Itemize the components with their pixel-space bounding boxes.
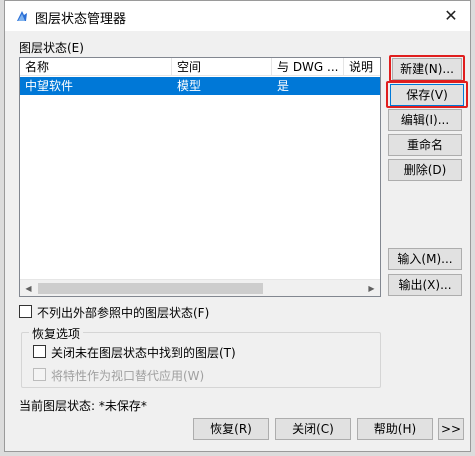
column-header-space[interactable]: 空间 bbox=[172, 58, 272, 76]
row-space: 模型 bbox=[177, 79, 202, 93]
viewport-override-label: 将特性作为视口替代应用(W) bbox=[51, 369, 205, 383]
turn-off-layers-label: 关闭未在图层状态中找到的图层(T) bbox=[51, 346, 236, 360]
new-button[interactable]: 新建(N)... bbox=[392, 58, 462, 80]
column-header-dwg[interactable]: 与 DWG ... bbox=[272, 58, 344, 76]
save-button[interactable]: 保存(V) bbox=[390, 84, 464, 106]
import-button[interactable]: 输入(M)... bbox=[388, 248, 462, 270]
window-title: 图层状态管理器 bbox=[35, 12, 127, 27]
close-icon[interactable]: ✕ bbox=[440, 5, 462, 27]
list-header: 名称 空间 与 DWG ... 说明 bbox=[20, 58, 380, 76]
no-xref-checkbox[interactable] bbox=[19, 305, 32, 318]
restore-options-title: 恢复选项 bbox=[29, 325, 84, 342]
layer-states-label: 图层状态(E) bbox=[19, 41, 84, 55]
row-name: 中望软件 bbox=[25, 79, 74, 93]
title-bar: 图层状态管理器 ✕ bbox=[5, 1, 470, 31]
scroll-left-icon[interactable]: ◀ bbox=[20, 280, 37, 296]
column-header-name[interactable]: 名称 bbox=[20, 58, 172, 76]
close-button[interactable]: 关闭(C) bbox=[275, 418, 351, 440]
help-button[interactable]: 帮助(H) bbox=[357, 418, 433, 440]
layer-state-manager-dialog: 图层状态管理器 ✕ 图层状态(E) 名称 空间 与 DWG ... 说明 中望软… bbox=[4, 0, 471, 452]
app-icon bbox=[15, 9, 29, 23]
table-row[interactable]: 中望软件 模型 是 bbox=[20, 77, 380, 95]
scroll-right-icon[interactable]: ▶ bbox=[363, 280, 380, 296]
row-dwg: 是 bbox=[277, 79, 290, 93]
row-description bbox=[344, 77, 349, 95]
delete-button[interactable]: 删除(D) bbox=[388, 159, 462, 181]
column-header-description[interactable]: 说明 bbox=[344, 58, 380, 76]
viewport-override-checkbox[interactable] bbox=[33, 368, 46, 381]
more-options-button[interactable]: >> bbox=[438, 418, 464, 440]
current-layer-state: 当前图层状态: *未保存* bbox=[19, 399, 147, 413]
no-xref-label: 不列出外部参照中的图层状态(F) bbox=[37, 306, 210, 320]
layer-states-list[interactable]: 名称 空间 与 DWG ... 说明 中望软件 模型 是 ◀ ▶ bbox=[19, 57, 381, 297]
export-button[interactable]: 输出(X)... bbox=[388, 274, 462, 296]
restore-button[interactable]: 恢复(R) bbox=[193, 418, 269, 440]
edit-button[interactable]: 编辑(I)... bbox=[388, 109, 462, 131]
turn-off-layers-checkbox[interactable] bbox=[33, 345, 46, 358]
rename-button[interactable]: 重命名 bbox=[388, 134, 462, 156]
horizontal-scrollbar[interactable]: ◀ ▶ bbox=[20, 279, 380, 296]
scroll-thumb[interactable] bbox=[38, 283, 263, 294]
